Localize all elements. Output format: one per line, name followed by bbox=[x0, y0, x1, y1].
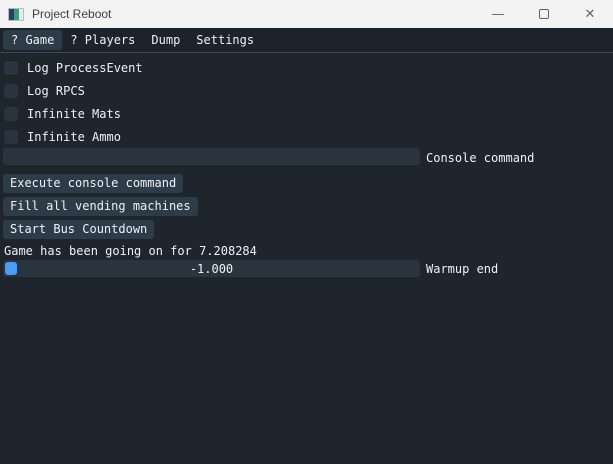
checkbox-row-infinite-ammo[interactable]: Infinite Ammo bbox=[4, 130, 121, 144]
app-window: Project Reboot — ✕ ? Game ? Players Dump… bbox=[0, 0, 613, 464]
slider-value: -1.000 bbox=[3, 260, 420, 277]
start-bus-countdown-button[interactable]: Start Bus Countdown bbox=[3, 220, 154, 239]
window-title: Project Reboot bbox=[32, 7, 475, 21]
checkbox-label: Infinite Ammo bbox=[27, 130, 121, 144]
maximize-button[interactable] bbox=[521, 0, 567, 28]
app-icon bbox=[8, 8, 24, 21]
window-controls: — ✕ bbox=[475, 0, 613, 28]
checkbox-row-log-rpcs[interactable]: Log RPCS bbox=[4, 84, 85, 98]
maximize-icon bbox=[539, 9, 549, 19]
menu-bar: ? Game ? Players Dump Settings bbox=[0, 28, 613, 53]
game-time-status: Game has been going on for 7.208284 bbox=[4, 244, 257, 258]
checkbox-log-rpcs[interactable] bbox=[4, 84, 18, 98]
checkbox-label: Log ProcessEvent bbox=[27, 61, 143, 75]
console-command-label: Console command bbox=[426, 151, 534, 165]
warmup-end-slider[interactable]: -1.000 bbox=[3, 260, 420, 277]
close-button[interactable]: ✕ bbox=[567, 0, 613, 28]
warmup-end-label: Warmup end bbox=[426, 262, 498, 276]
minimize-button[interactable]: — bbox=[475, 0, 521, 28]
checkbox-infinite-mats[interactable] bbox=[4, 107, 18, 121]
checkbox-log-processevent[interactable] bbox=[4, 61, 18, 75]
checkbox-row-log-processevent[interactable]: Log ProcessEvent bbox=[4, 61, 143, 75]
minimize-icon: — bbox=[492, 7, 505, 22]
menu-item-settings[interactable]: Settings bbox=[188, 30, 262, 50]
fill-vending-machines-button[interactable]: Fill all vending machines bbox=[3, 197, 198, 216]
checkbox-infinite-ammo[interactable] bbox=[4, 130, 18, 144]
execute-console-command-button[interactable]: Execute console command bbox=[3, 174, 183, 193]
close-icon: ✕ bbox=[585, 7, 596, 22]
console-command-input[interactable] bbox=[3, 148, 420, 165]
menu-item-game[interactable]: ? Game bbox=[3, 30, 62, 50]
menu-item-dump[interactable]: Dump bbox=[143, 30, 188, 50]
titlebar: Project Reboot — ✕ bbox=[0, 0, 613, 28]
checkbox-label: Infinite Mats bbox=[27, 107, 121, 121]
checkbox-row-infinite-mats[interactable]: Infinite Mats bbox=[4, 107, 121, 121]
checkbox-label: Log RPCS bbox=[27, 84, 85, 98]
menu-item-players[interactable]: ? Players bbox=[62, 30, 143, 50]
